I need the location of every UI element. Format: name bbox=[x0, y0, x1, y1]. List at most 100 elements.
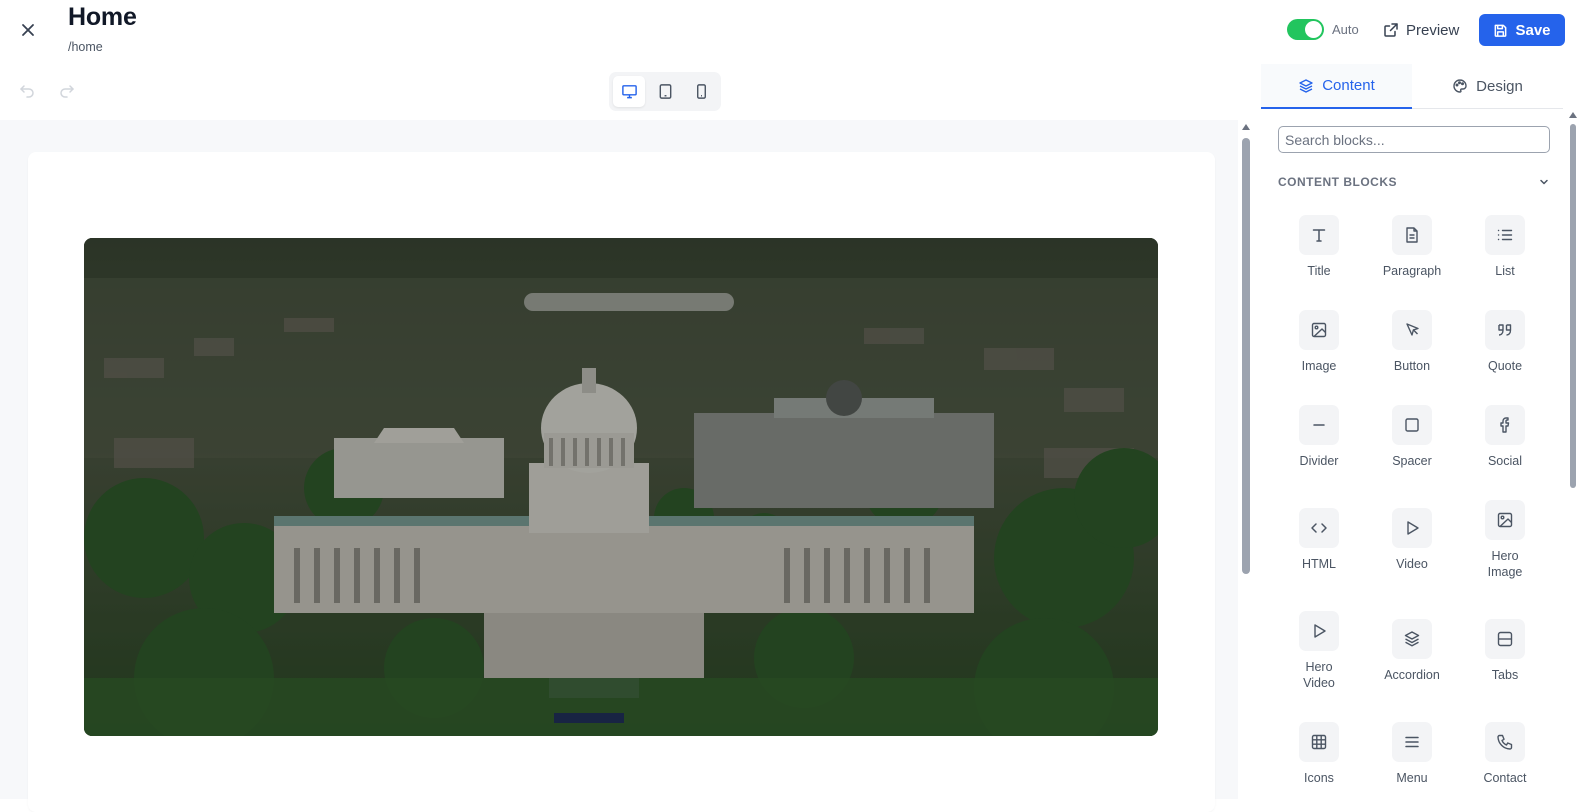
accordion-icon bbox=[1404, 631, 1420, 647]
block-button[interactable]: Button bbox=[1372, 310, 1452, 374]
block-label: List bbox=[1495, 264, 1515, 278]
block-divider[interactable]: Divider bbox=[1279, 405, 1359, 469]
block-tabs[interactable]: Tabs bbox=[1465, 619, 1545, 683]
block-video[interactable]: Video bbox=[1372, 508, 1452, 572]
device-tablet-button[interactable] bbox=[649, 76, 681, 107]
hero-image-icon bbox=[1497, 512, 1513, 528]
mobile-icon bbox=[696, 84, 706, 99]
scroll-up-arrow[interactable] bbox=[1242, 124, 1250, 130]
phone-icon bbox=[1497, 734, 1513, 750]
tablet-icon bbox=[659, 84, 671, 99]
list-icon bbox=[1497, 229, 1513, 241]
block-icon-box bbox=[1485, 619, 1525, 659]
auto-save-label: Auto bbox=[1332, 22, 1359, 37]
scroll-thumb[interactable] bbox=[1242, 138, 1250, 574]
canvas-scrollbar[interactable] bbox=[1240, 124, 1252, 799]
block-contact[interactable]: Contact bbox=[1465, 722, 1545, 786]
block-icon-box bbox=[1485, 500, 1525, 540]
block-label: Hero Image bbox=[1487, 549, 1523, 579]
block-icon-box bbox=[1392, 310, 1432, 350]
block-menu[interactable]: Menu bbox=[1372, 722, 1452, 786]
block-icon-box bbox=[1392, 508, 1432, 548]
block-icon-box bbox=[1299, 405, 1339, 445]
desktop-icon bbox=[621, 85, 637, 99]
chevron-down-icon bbox=[1540, 179, 1548, 185]
block-html[interactable]: HTML bbox=[1279, 508, 1359, 572]
block-icon-box bbox=[1392, 215, 1432, 255]
block-accordion[interactable]: Accordion bbox=[1372, 619, 1452, 683]
spacer-icon bbox=[1405, 418, 1419, 432]
block-label: Tabs bbox=[1491, 668, 1519, 682]
auto-save-toggle[interactable] bbox=[1287, 19, 1324, 40]
search-blocks-input[interactable] bbox=[1278, 126, 1550, 153]
tab-design-label: Design bbox=[1476, 77, 1523, 95]
block-icons[interactable]: Icons bbox=[1279, 722, 1359, 786]
redo-icon bbox=[60, 85, 74, 98]
block-icon-box bbox=[1299, 310, 1339, 350]
tabs-icon bbox=[1497, 631, 1513, 647]
block-icon-box bbox=[1299, 722, 1339, 762]
block-hero-video[interactable]: Hero Video bbox=[1279, 611, 1359, 691]
content-blocks-header[interactable]: CONTENT BLOCKS bbox=[1278, 170, 1550, 194]
header-bar: Home /home Auto Preview Save bbox=[0, 0, 1582, 64]
block-label: Paragraph bbox=[1382, 264, 1442, 278]
code-icon bbox=[1311, 523, 1327, 533]
quote-icon bbox=[1498, 324, 1512, 336]
block-hero-image[interactable]: Hero Image bbox=[1465, 500, 1545, 580]
block-icon-box bbox=[1299, 611, 1339, 651]
preview-button[interactable]: Preview bbox=[1383, 16, 1459, 44]
block-label: Divider bbox=[1299, 454, 1339, 468]
close-icon bbox=[22, 24, 34, 36]
hero-image[interactable] bbox=[84, 238, 1158, 736]
block-list[interactable]: List bbox=[1465, 215, 1545, 279]
external-link-icon bbox=[1384, 23, 1398, 37]
block-label: Social bbox=[1487, 454, 1523, 468]
block-label: Title bbox=[1307, 264, 1331, 278]
tab-content[interactable]: Content bbox=[1261, 64, 1412, 109]
cursor-icon bbox=[1406, 323, 1419, 336]
panel-scrollbar[interactable] bbox=[1567, 112, 1579, 799]
close-button[interactable] bbox=[14, 16, 42, 44]
block-label: Image bbox=[1301, 359, 1337, 373]
block-label: Quote bbox=[1487, 359, 1523, 373]
block-spacer[interactable]: Spacer bbox=[1372, 405, 1452, 469]
menu-icon bbox=[1405, 736, 1419, 748]
grid-icon bbox=[1311, 734, 1327, 750]
facebook-icon bbox=[1500, 417, 1510, 433]
block-icon-box bbox=[1299, 215, 1339, 255]
block-label: Contact bbox=[1483, 771, 1527, 785]
undo-icon bbox=[20, 85, 34, 98]
page-path: /home bbox=[68, 40, 103, 54]
tab-design[interactable]: Design bbox=[1412, 64, 1563, 109]
block-social[interactable]: Social bbox=[1465, 405, 1545, 469]
paragraph-icon bbox=[1406, 227, 1418, 243]
block-icon-box bbox=[1485, 215, 1525, 255]
block-title[interactable]: Title bbox=[1279, 215, 1359, 279]
block-label: Hero Video bbox=[1303, 660, 1335, 690]
block-label: Accordion bbox=[1384, 668, 1440, 682]
scroll-thumb[interactable] bbox=[1570, 124, 1576, 488]
scroll-up-arrow[interactable] bbox=[1569, 112, 1577, 118]
editor-toolbar bbox=[0, 64, 1260, 120]
page-title: Home bbox=[68, 3, 137, 31]
block-icon-box bbox=[1392, 405, 1432, 445]
redo-button[interactable] bbox=[58, 82, 78, 102]
block-label: Icons bbox=[1304, 771, 1334, 785]
block-label: Button bbox=[1393, 359, 1431, 373]
block-icon-box bbox=[1392, 619, 1432, 659]
block-image[interactable]: Image bbox=[1279, 310, 1359, 374]
block-quote[interactable]: Quote bbox=[1465, 310, 1545, 374]
save-button[interactable]: Save bbox=[1479, 14, 1565, 46]
section-title: CONTENT BLOCKS bbox=[1278, 175, 1397, 189]
block-icon-box bbox=[1485, 722, 1525, 762]
hero-video-icon bbox=[1314, 624, 1326, 638]
undo-button[interactable] bbox=[18, 82, 38, 102]
block-icon-box bbox=[1392, 722, 1432, 762]
device-mobile-button[interactable] bbox=[685, 76, 717, 107]
play-icon bbox=[1407, 521, 1419, 535]
block-icon-box bbox=[1485, 310, 1525, 350]
block-paragraph[interactable]: Paragraph bbox=[1372, 215, 1452, 279]
block-label: Menu bbox=[1396, 771, 1428, 785]
block-icon-box bbox=[1299, 508, 1339, 548]
device-desktop-button[interactable] bbox=[613, 76, 645, 107]
